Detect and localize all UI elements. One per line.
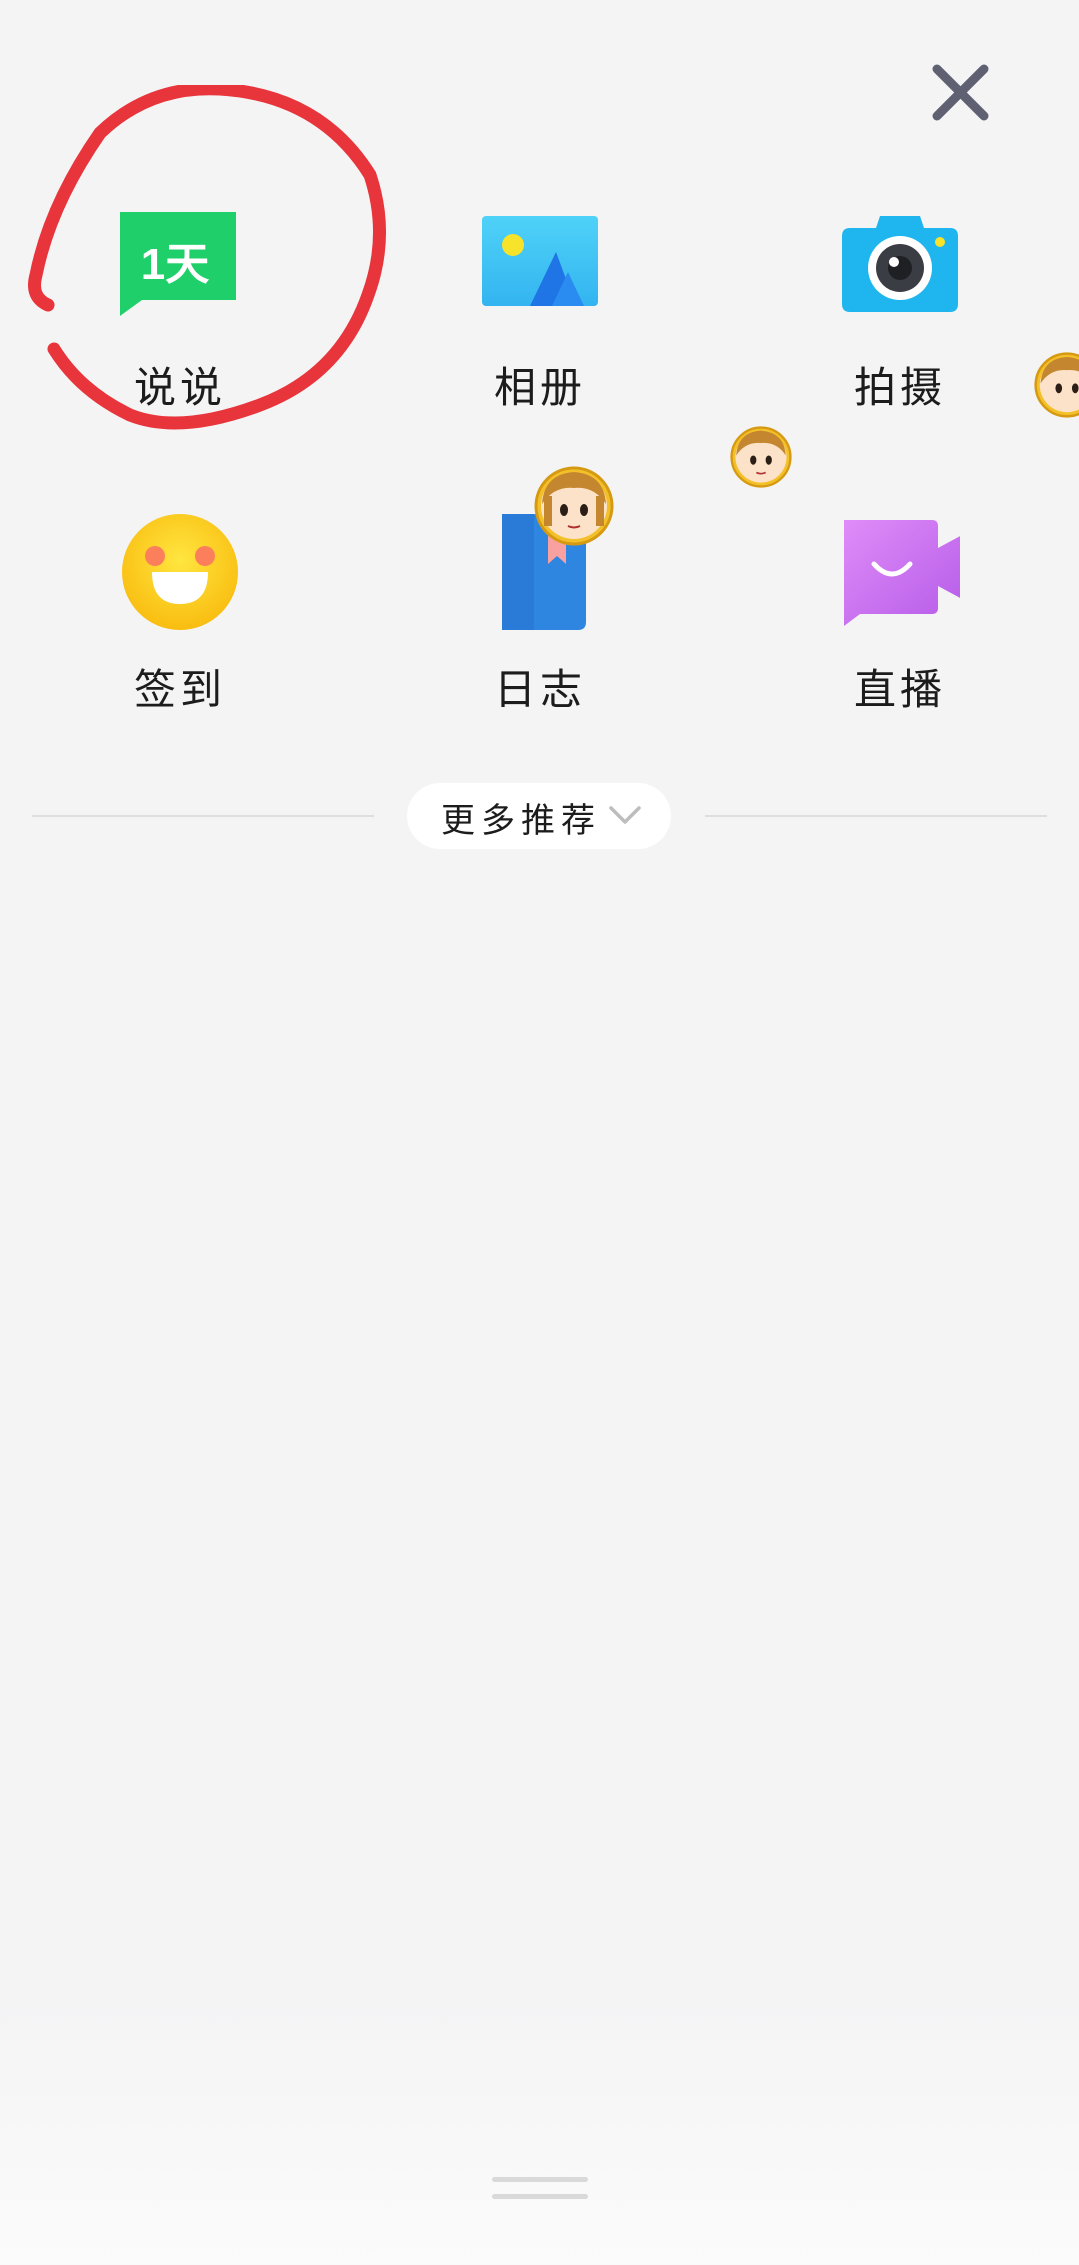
camera-icon <box>840 212 960 332</box>
drag-handle-line <box>492 2194 588 2199</box>
shoot-button[interactable]: 拍摄 <box>800 212 1000 452</box>
close-button[interactable] <box>923 55 998 130</box>
checkin-label: 签到 <box>133 665 226 714</box>
mood-post-icon: 1天 <box>120 212 240 332</box>
album-button[interactable]: 相册 <box>440 212 640 452</box>
cartoon-avatar-icon[interactable] <box>730 426 792 488</box>
shoot-label: 拍摄 <box>853 363 946 412</box>
checkin-button[interactable]: 签到 <box>80 514 280 754</box>
close-icon <box>932 64 989 121</box>
divider-right <box>705 815 1047 817</box>
drag-handle[interactable] <box>492 2177 588 2182</box>
live-video-icon <box>840 514 964 634</box>
journal-label: 日志 <box>493 665 586 714</box>
chevron-down-icon <box>609 806 641 824</box>
journal-button[interactable]: 日志 <box>440 514 640 754</box>
cartoon-avatar-icon[interactable] <box>1034 352 1079 418</box>
more-recommendations-button[interactable]: 更多推荐 <box>407 783 671 849</box>
more-recommendations-label: 更多推荐 <box>441 801 601 841</box>
live-label: 直播 <box>853 665 946 714</box>
photo-album-icon <box>480 212 600 332</box>
mood-post-icon-text: 1天 <box>141 240 209 289</box>
check-in-smiley-icon <box>120 514 240 634</box>
album-label: 相册 <box>493 363 586 412</box>
live-button[interactable]: 直播 <box>800 514 1000 754</box>
divider-left <box>32 815 374 817</box>
cartoon-avatar-icon[interactable] <box>534 466 614 546</box>
shuoshuo-label: 说说 <box>133 363 226 412</box>
shuoshuo-button[interactable]: 1天 说说 <box>80 212 280 452</box>
